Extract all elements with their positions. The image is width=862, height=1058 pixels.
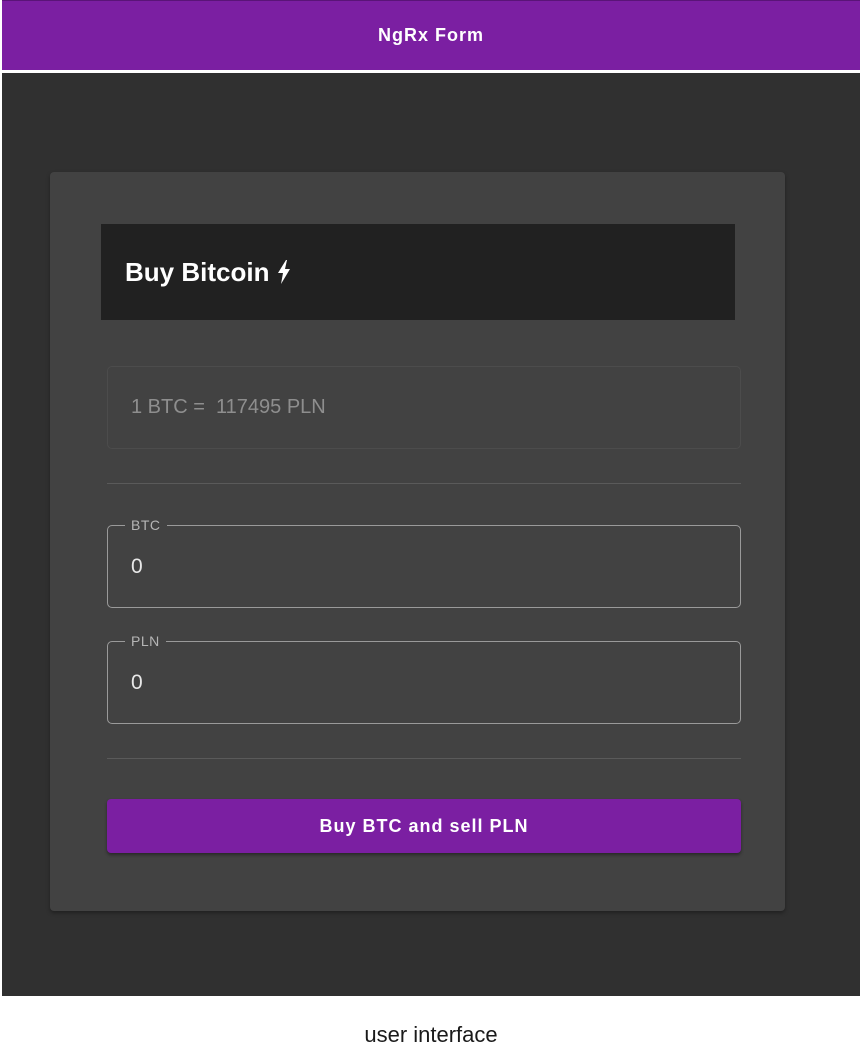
card-title: Buy Bitcoin bbox=[125, 256, 270, 287]
pln-field[interactable]: PLN bbox=[107, 633, 741, 724]
btc-field-label: BTC bbox=[125, 517, 167, 533]
btc-input[interactable] bbox=[131, 552, 711, 582]
app-window: NgRx Form Buy Bitcoin 1 BTC = 117495 PLN… bbox=[2, 0, 860, 996]
pln-input[interactable] bbox=[131, 668, 711, 698]
pln-field-label: PLN bbox=[125, 633, 166, 649]
exchange-rate-text: 1 BTC = 117495 PLN bbox=[131, 396, 326, 418]
toolbar-divider bbox=[2, 70, 860, 73]
divider bbox=[107, 758, 741, 759]
toolbar: NgRx Form bbox=[2, 0, 860, 70]
bolt-icon bbox=[277, 260, 291, 284]
card-header: Buy Bitcoin bbox=[101, 224, 735, 320]
toolbar-title: NgRx Form bbox=[377, 25, 484, 45]
buy-bitcoin-card: Buy Bitcoin 1 BTC = 117495 PLN BTC PLN B… bbox=[50, 172, 785, 911]
caption: user interface bbox=[364, 1022, 498, 1047]
btc-field[interactable]: BTC bbox=[107, 517, 741, 608]
buy-btc-button[interactable]: Buy BTC and sell PLN bbox=[107, 799, 741, 853]
divider bbox=[107, 483, 741, 484]
exchange-rate-display: 1 BTC = 117495 PLN bbox=[107, 366, 741, 449]
